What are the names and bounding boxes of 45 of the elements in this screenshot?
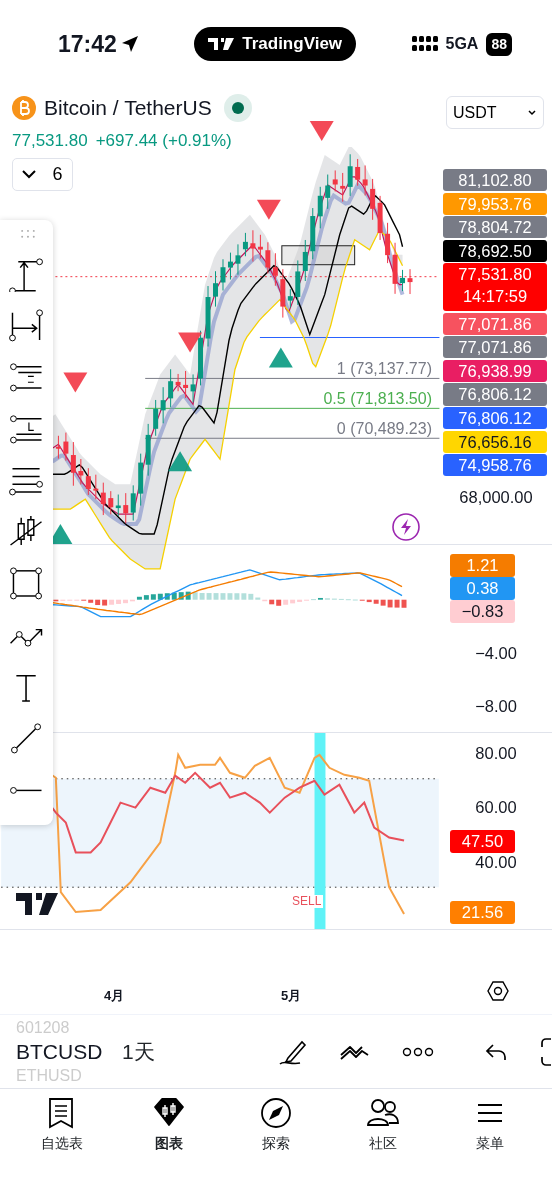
price-tag: 78,692.50 [443,239,547,262]
network-label: 5GA [445,34,479,54]
rsi-axis-label: 40.00 [474,852,518,873]
symbol-option[interactable]: BTCUSD [16,1036,118,1067]
price-tag: 76,806.12 [443,383,547,406]
currency-select[interactable]: USDT [446,96,544,129]
macd-value-tag: −0.83 [450,600,515,623]
macd-axis-label: −8.00 [474,696,518,717]
nav-tab[interactable]: 探索 [230,1097,321,1154]
fib-level-label: 1 (73,137.77) [336,359,432,379]
price-tag: 76,656.16 [443,430,547,453]
nav-tab[interactable]: 图表 [123,1097,214,1154]
price-tag: 76,806.12 [443,407,547,430]
rsi-axis-label: 60.00 [474,797,518,818]
price-change: +697.44 (+0.91%) [95,129,232,152]
app-name: TradingView [242,33,343,56]
time-axis-label: 4月 [104,987,125,1005]
symbol-name: Bitcoin / TetherUS [44,95,212,121]
time-axis-label: 5月 [281,987,302,1005]
price-tag: 77,531.80 14:17:59 [443,263,547,312]
interval-button[interactable]: 1天 [122,1035,155,1068]
battery-level: 88 [486,32,512,56]
macd-axis-label: −4.00 [474,643,518,664]
fib-level-label: 0 (70,489.23) [336,419,432,439]
nav-tab[interactable]: 菜单 [445,1097,536,1154]
signal-label: SELL [290,895,324,908]
price-tag: 77,071.86 [443,312,547,335]
fib-level-label: 0.5 (71,813.50) [323,389,432,409]
price-tag: 79,953.76 [443,192,547,215]
price-axis-label: 68,000.00 [458,487,534,508]
rsi-axis-label: 80.00 [474,743,518,764]
indicators-button[interactable]: 6 [12,158,73,191]
last-price: 77,531.80 [12,129,88,152]
macd-value-tag: 1.21 [450,554,515,577]
status-time: 17:42 [58,29,117,59]
price-tag: 77,071.86 [443,336,547,359]
price-tag: 81,102.80 [443,169,547,192]
rsi-value-tag: 47.50 [450,830,515,853]
price-tag: 78,804.72 [443,216,547,239]
nav-tab[interactable]: 自选表 [16,1097,107,1154]
rsi-value-tag: 21.56 [450,901,515,924]
macd-value-tag: 0.38 [450,577,515,600]
price-tag: 74,958.76 [443,454,547,477]
nav-tab[interactable]: 社区 [338,1097,429,1154]
price-tag: 76,938.99 [443,359,547,383]
